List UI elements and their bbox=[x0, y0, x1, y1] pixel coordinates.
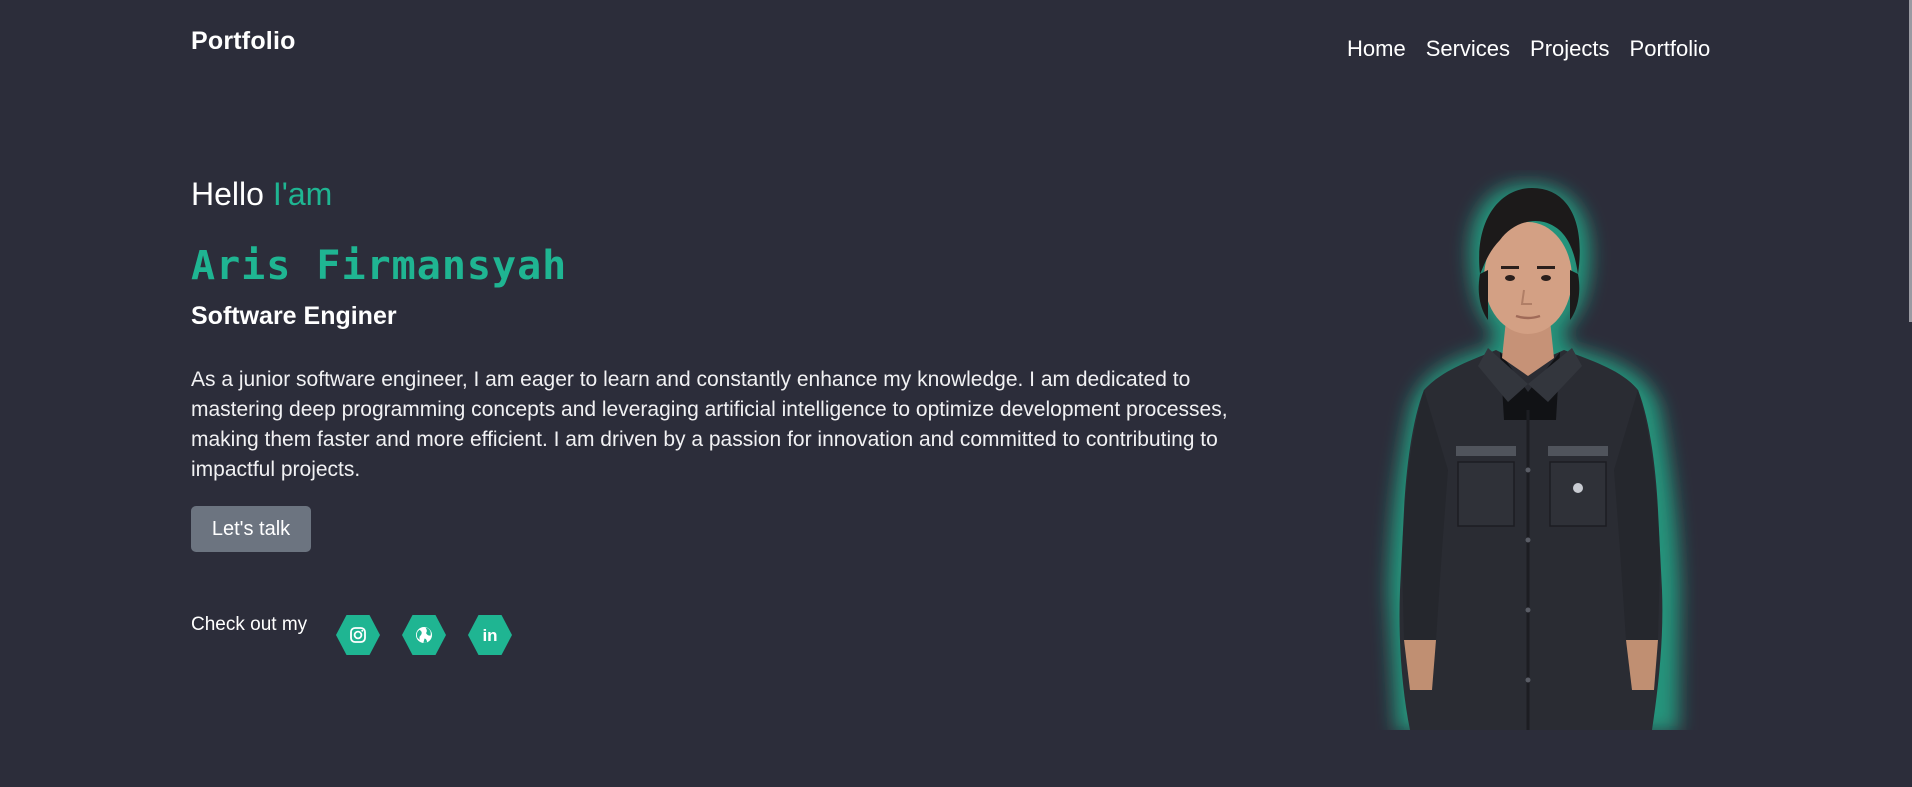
linkedin-glyph: in bbox=[482, 626, 497, 645]
site-logo[interactable]: Portfolio bbox=[191, 27, 296, 56]
instagram-link[interactable] bbox=[335, 614, 381, 656]
hero-role: Software Enginer bbox=[191, 302, 397, 330]
greeting-accent: I'am bbox=[272, 176, 333, 212]
website-link[interactable] bbox=[401, 614, 447, 656]
lets-talk-button[interactable]: Let's talk bbox=[191, 506, 311, 552]
nav-portfolio[interactable]: Portfolio bbox=[1630, 36, 1711, 62]
linkedin-link[interactable]: in bbox=[467, 614, 513, 656]
hero-bio: As a junior software engineer, I am eage… bbox=[191, 368, 1228, 481]
nav-projects[interactable]: Projects bbox=[1530, 36, 1609, 62]
nav-services[interactable]: Services bbox=[1426, 36, 1510, 62]
instagram-icon bbox=[336, 615, 380, 655]
social-label: Check out my bbox=[191, 614, 308, 635]
profile-photo bbox=[1388, 184, 1680, 730]
nav-home[interactable]: Home bbox=[1347, 36, 1406, 62]
linkedin-icon: in bbox=[468, 615, 512, 655]
globe-icon bbox=[402, 615, 446, 655]
page: Portfolio Home Services Projects Portfol… bbox=[0, 0, 1912, 787]
greeting-prefix: Hello bbox=[191, 176, 264, 212]
greeting: Hello I'am bbox=[191, 176, 332, 213]
main-nav: Home Services Projects Portfolio bbox=[1347, 36, 1710, 62]
hero-name: Aris Firmansyah bbox=[191, 243, 568, 289]
